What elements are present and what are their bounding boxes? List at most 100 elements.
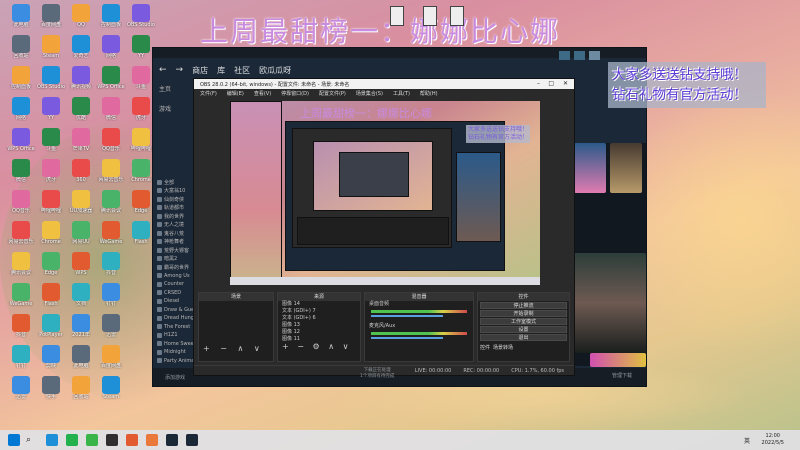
nav-library[interactable]: 库 [217, 65, 225, 76]
desktop-icon[interactable]: 回收站 [6, 35, 36, 59]
app-icon[interactable] [126, 434, 138, 446]
tab-controls[interactable]: 控件 [480, 344, 490, 351]
desktop-icon[interactable]: 迅雷 [6, 376, 36, 400]
desktop-icon[interactable]: 钉钉 [96, 283, 126, 307]
desktop-icon[interactable]: 虎牙 [36, 159, 66, 183]
edge-icon[interactable] [46, 434, 58, 446]
obs-control-button[interactable]: 退出 [480, 334, 567, 341]
desktop-icon[interactable]: QQ音乐 [96, 128, 126, 152]
desktop-icon[interactable]: 钉钉 [6, 345, 36, 369]
obs-menu-item[interactable]: 编辑(E) [227, 90, 244, 97]
game-card[interactable] [610, 143, 642, 193]
steam-friends-button[interactable] [574, 51, 585, 60]
add-game-button[interactable]: 添加游戏 [165, 375, 185, 381]
ime-indicator[interactable]: 英 [744, 436, 750, 445]
desktop-icon[interactable]: 360 [66, 159, 96, 183]
steam-avatar[interactable] [589, 51, 600, 60]
desktop-icon[interactable]: WPS [66, 252, 96, 276]
desktop-icon[interactable]: UU加速器 [66, 190, 96, 214]
source-item[interactable]: 文本 (GDI+) 7 [278, 308, 360, 315]
desktop-icon[interactable]: 回收站 [66, 376, 96, 400]
obs-menu-item[interactable]: 查看(V) [254, 90, 271, 97]
obs-menu-item[interactable]: 场景集合(S) [356, 90, 383, 97]
desktop-icon[interactable]: WPS Office [96, 66, 126, 90]
desktop-icon[interactable]: 控制面板 [6, 66, 36, 90]
desktop-icon[interactable]: PotPlayer [36, 314, 66, 338]
desktop-icon[interactable]: 网络 [6, 97, 36, 121]
obs-menu-item[interactable]: 停靠窗口(D) [281, 90, 309, 97]
nav-community[interactable]: 社区 [234, 65, 250, 76]
desktop-icon[interactable]: WPS Office [6, 128, 36, 152]
desktop-icon[interactable]: Chrome [36, 221, 66, 245]
steam-notify-button[interactable] [559, 51, 570, 60]
system-tray[interactable] [600, 434, 720, 446]
desktop-icon[interactable]: 优酷 [66, 97, 96, 121]
desktop-icon[interactable]: WeGame [96, 221, 126, 245]
forward-arrow-icon[interactable]: → [176, 65, 184, 75]
obs-window[interactable]: OBS 28.0.2 (64-bit, windows) - 配置文件: 未命名… [193, 78, 575, 376]
obs-menu-item[interactable]: 文件(F) [200, 90, 217, 97]
desktop-icon[interactable]: 腾讯视频 [66, 66, 96, 90]
desktop-icon[interactable]: 百度网盘 [36, 4, 66, 28]
desktop-icon[interactable]: 抖音 [96, 252, 126, 276]
desktop-icon[interactable]: 文档 [66, 283, 96, 307]
clock[interactable]: 12:00 2022/5/5 [762, 433, 784, 447]
nav-store[interactable]: 商店 [192, 65, 208, 76]
steam-icon[interactable] [166, 434, 178, 446]
desktop-icon[interactable]: 此电脑 [6, 4, 36, 28]
start-icon[interactable] [8, 434, 20, 446]
desktop-icon[interactable]: 微信 [6, 159, 36, 183]
source-item[interactable]: 图像 12 [278, 329, 360, 336]
desktop-icon[interactable]: Flash [36, 283, 66, 307]
sources-toolbar[interactable]: + − ⚙ ∧ ∨ [278, 343, 360, 351]
desktop-audio-slider[interactable] [371, 315, 443, 317]
game-card[interactable] [590, 353, 646, 367]
game-card[interactable] [574, 143, 606, 193]
obs-control-button[interactable]: 开始录制 [480, 310, 567, 317]
obs-control-button[interactable]: 停止推流 [480, 302, 567, 309]
desktop-icon[interactable]: 网络 [96, 35, 126, 59]
desktop-icon[interactable]: 快手 [36, 376, 66, 400]
desktop-icon[interactable]: 腾讯会议 [6, 252, 36, 276]
desktop-icon[interactable]: YY [36, 97, 66, 121]
obs-menu-item[interactable]: 工具(T) [393, 90, 410, 97]
search-icon[interactable]: ⌕ [26, 434, 38, 446]
desktop-icon[interactable]: 2021年 [66, 314, 96, 338]
maximize-icon[interactable]: □ [548, 80, 554, 87]
desktop-icon[interactable]: 微信 [96, 97, 126, 121]
desktop-icon[interactable]: 网易云音乐 [6, 221, 36, 245]
steam-icon[interactable] [186, 434, 198, 446]
game-card-featured[interactable] [570, 253, 646, 353]
desktop-icon[interactable]: QQ [66, 4, 96, 28]
desktop-icon[interactable]: 此电脑 [66, 345, 96, 369]
source-item[interactable]: 图像 13 [278, 322, 360, 329]
desktop-icon[interactable]: 爱奇艺 [66, 35, 96, 59]
obs-preview-canvas[interactable]: 上周最甜榜一：娜娜比心娜 大家多送送钻支持哦！ 钻石礼物有官方活动！ [230, 101, 540, 285]
desktop-icon[interactable]: 网易UU [66, 221, 96, 245]
desktop-icon[interactable]: Steam [96, 376, 126, 400]
desktop-icon[interactable]: 迅雷 [96, 314, 126, 338]
mic-audio-slider[interactable] [371, 337, 443, 339]
desktop-icon[interactable]: OBS Studio [36, 66, 66, 90]
obs-icon[interactable] [106, 434, 118, 446]
close-icon[interactable]: ✕ [563, 80, 568, 87]
controls-panel[interactable]: 控件 停止推流 开始录制 工作室模式 设置 退出 控件 场景转场 [477, 292, 570, 362]
source-item[interactable]: 图像 14 [278, 301, 360, 308]
obs-control-button[interactable]: 设置 [480, 326, 567, 333]
desktop-icon[interactable]: 百度网盘 [96, 345, 126, 369]
wechat-icon[interactable] [66, 434, 78, 446]
steam-home-link[interactable]: 主页 [159, 84, 171, 93]
sources-panel[interactable]: 来源 图像 14 文本 (GDI+) 7 文本 (GDI+) 6 图像 13 图像 12… [277, 292, 361, 362]
audio-mixer-panel[interactable]: 混音器 桌面音频 麦克风/Aux [364, 292, 474, 362]
desktop-icon[interactable]: WeGame [6, 283, 36, 307]
tab-transitions[interactable]: 场景转场 [493, 344, 513, 351]
manage-downloads-button[interactable]: 管理下载 [612, 372, 632, 379]
desktop-icon[interactable]: Steam [36, 35, 66, 59]
desktop-icon[interactable]: 剪映 [36, 345, 66, 369]
app-icon[interactable] [146, 434, 158, 446]
desktop-icon[interactable]: 网易云音乐 [96, 159, 126, 183]
obs-menu-item[interactable]: 帮助(H) [420, 90, 438, 97]
desktop-icon[interactable]: 芒果TV [66, 128, 96, 152]
source-item[interactable]: 文本 (GDI+) 6 [278, 315, 360, 322]
desktop-icon[interactable]: OBS Studio [126, 4, 156, 28]
